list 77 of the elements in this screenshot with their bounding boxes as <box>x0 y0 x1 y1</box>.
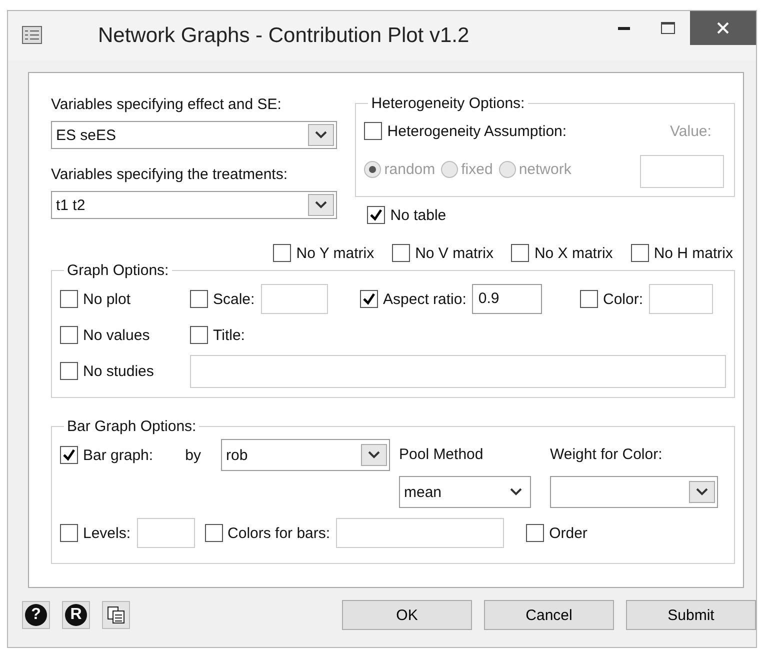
checkbox-label: Title: <box>213 326 245 344</box>
checkbox[interactable] <box>367 206 386 224</box>
field-label: Variables specifying the treatments: <box>51 165 289 185</box>
radio-label: fixed <box>461 160 493 178</box>
checkbox-label: Levels: <box>83 524 131 542</box>
dialog-button[interactable]: Submit <box>626 600 756 630</box>
minimize-icon <box>618 26 630 30</box>
group-title: Graph Options: <box>66 262 170 279</box>
checkbox[interactable] <box>60 362 78 380</box>
checkbox-label: No V matrix <box>415 244 494 262</box>
help-button[interactable]: ? <box>22 601 50 629</box>
checkbox[interactable] <box>60 446 78 464</box>
chevron-icon <box>315 131 328 139</box>
checkbox-label: Scale: <box>213 290 255 308</box>
window-title: Network Graphs - Contribution Plot v1.2 <box>98 24 470 48</box>
checkbox-label: Order <box>549 524 588 542</box>
checkbox[interactable] <box>204 524 223 542</box>
checkbox[interactable] <box>190 326 208 344</box>
r-button[interactable]: R <box>62 601 90 629</box>
checkbox-label: Heterogeneity Assumption: <box>387 122 567 140</box>
radio-label: network <box>518 160 572 178</box>
dropdown[interactable]: rob <box>221 439 390 471</box>
field-label: Variables specifying effect and SE: <box>51 95 282 115</box>
chevron-icon <box>510 488 522 496</box>
checkbox[interactable] <box>190 290 208 308</box>
app-icon <box>22 26 42 44</box>
checkbox[interactable] <box>60 290 78 308</box>
checkbox[interactable] <box>392 244 410 262</box>
maximize-icon <box>661 22 675 34</box>
checkbox[interactable] <box>526 524 544 542</box>
chevron-icon <box>696 488 708 496</box>
dialog-button[interactable]: OK <box>342 600 472 630</box>
checkbox-label: Bar graph: <box>83 446 154 464</box>
field-label: Value: <box>670 122 712 142</box>
copy-icon <box>108 606 124 624</box>
copy-button[interactable] <box>102 601 130 629</box>
input-field[interactable] <box>649 284 714 314</box>
checkbox-label: No values <box>83 326 150 344</box>
checkbox[interactable] <box>60 326 78 344</box>
checkbox-label: Color: <box>603 290 644 308</box>
checkbox[interactable] <box>511 244 530 262</box>
group-title: Bar Graph Options: <box>66 418 198 435</box>
checkbox[interactable] <box>630 244 649 262</box>
dialog-button[interactable]: Cancel <box>484 600 614 630</box>
chevron-icon <box>368 451 380 459</box>
input-field[interactable] <box>260 284 328 314</box>
input-field[interactable]: 0.9 <box>472 284 542 314</box>
checkbox-label: No studies <box>83 362 154 380</box>
dropdown[interactable]: ES seES <box>51 121 338 149</box>
checkbox-label: No X matrix <box>534 244 613 262</box>
dropdown-button[interactable] <box>689 481 715 503</box>
checkbox-label: No Y matrix <box>296 244 374 262</box>
checkbox-label: No H matrix <box>654 244 733 262</box>
input-field[interactable] <box>136 518 195 548</box>
field-label: Weight for Color: <box>550 445 664 465</box>
dropdown[interactable]: t1 t2 <box>51 191 338 219</box>
field-label: Pool Method <box>399 445 484 465</box>
group-title: Heterogeneity Options: <box>370 95 526 112</box>
close-button[interactable] <box>690 11 756 45</box>
checkbox-label: No table <box>390 206 446 224</box>
dropdown-button[interactable] <box>308 194 334 216</box>
checkbox-label: Colors for bars: <box>228 524 330 542</box>
input-field[interactable] <box>190 354 726 388</box>
checkbox-label: No plot <box>83 290 131 308</box>
dropdown-button[interactable] <box>308 124 334 146</box>
checkbox[interactable] <box>580 290 598 308</box>
close-icon <box>717 22 729 34</box>
chevron-icon <box>315 201 328 209</box>
dropdown-button[interactable] <box>361 444 387 466</box>
radio-label: random <box>384 160 436 178</box>
checkbox[interactable] <box>60 524 78 542</box>
checkbox[interactable] <box>360 290 378 308</box>
input-field[interactable] <box>336 518 504 548</box>
field-label: by <box>185 446 201 464</box>
checkbox-label: Aspect ratio: <box>383 290 466 308</box>
checkbox[interactable] <box>273 244 292 262</box>
dropdown[interactable]: mean <box>399 476 531 508</box>
